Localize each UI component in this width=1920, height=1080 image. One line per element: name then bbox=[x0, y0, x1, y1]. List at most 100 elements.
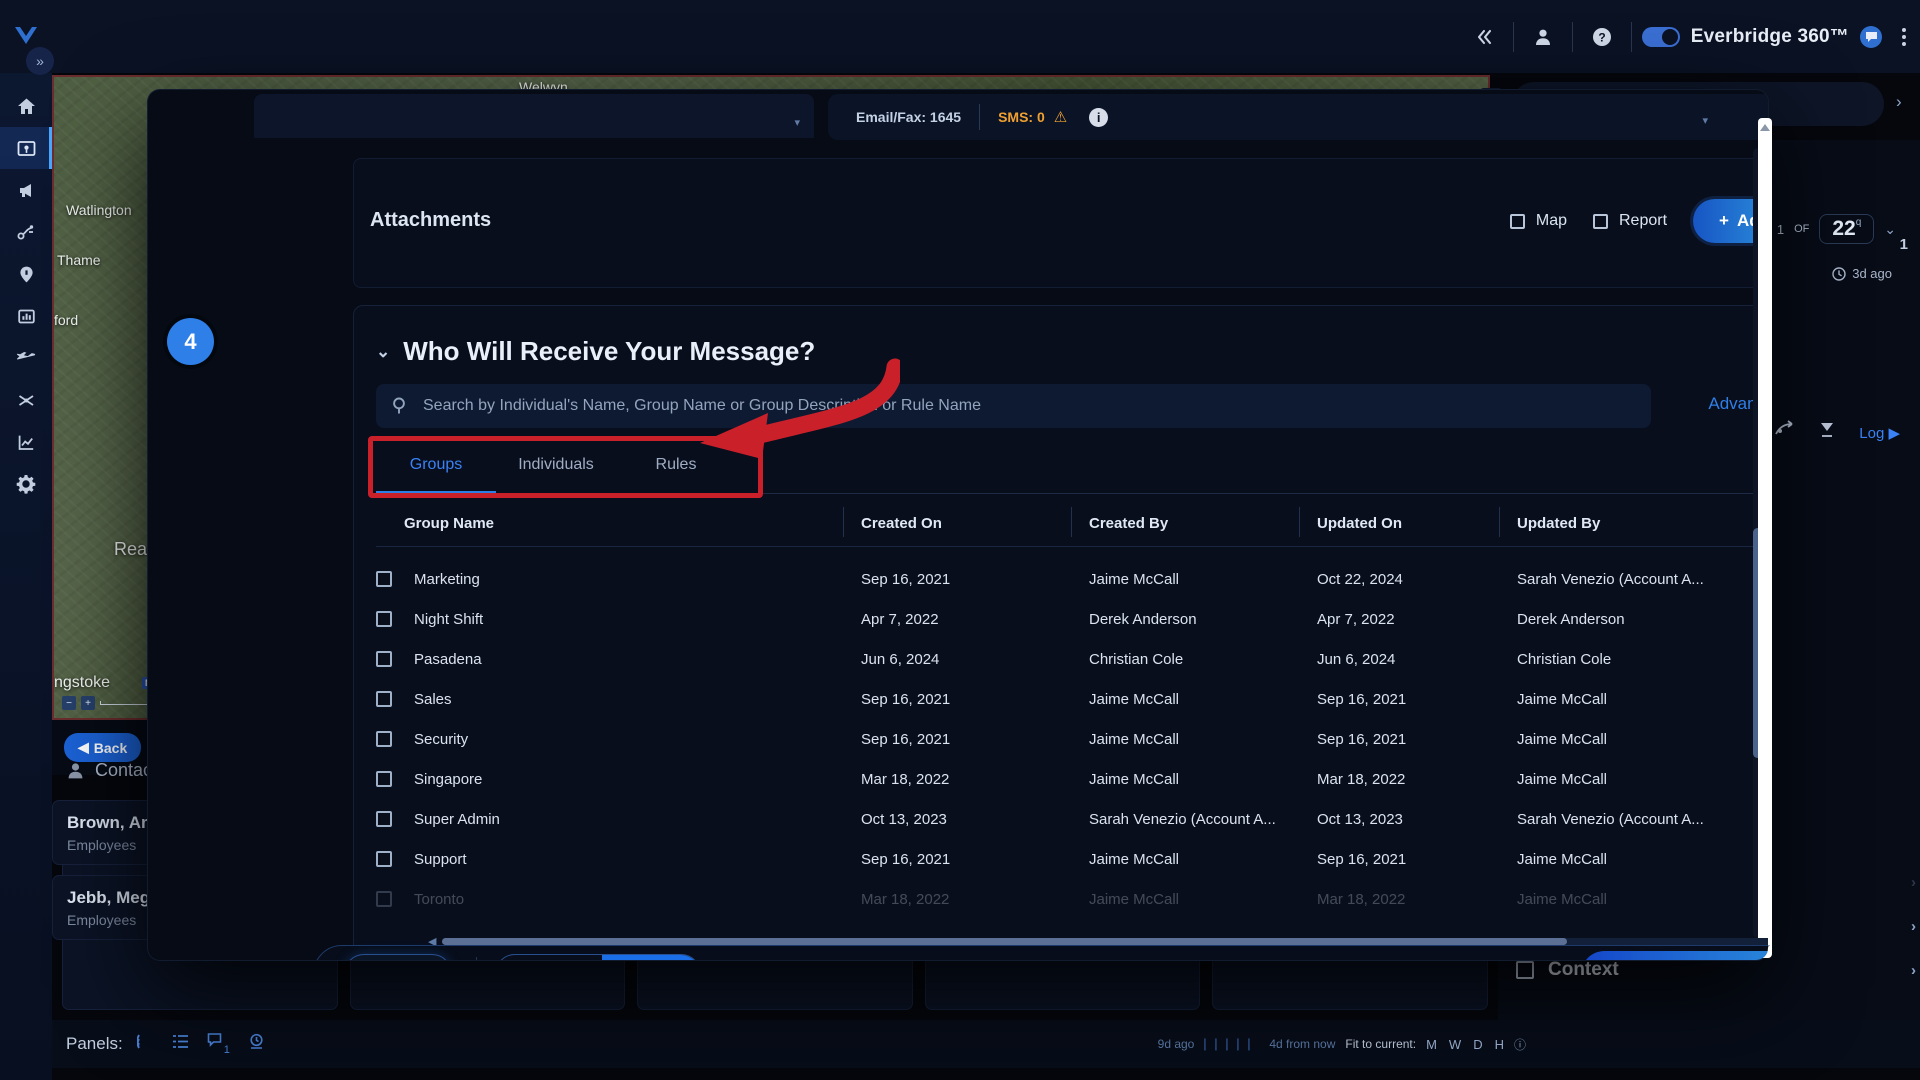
row-checkbox[interactable] bbox=[376, 691, 392, 707]
chevron-down-icon[interactable]: ▾ bbox=[794, 116, 800, 129]
download-icon[interactable] bbox=[1817, 420, 1837, 445]
map-checkbox[interactable] bbox=[1509, 213, 1525, 229]
search-expand-chevron-icon[interactable]: › bbox=[1896, 92, 1902, 112]
modal-top-strip: ▾ Email/Fax: 1645 SMS: 0 ⚠ i ▾ bbox=[148, 90, 1768, 152]
chevron-down-icon[interactable]: ⌄ bbox=[376, 342, 390, 362]
row-checkbox[interactable] bbox=[376, 611, 392, 627]
warning-triangle-icon: ⚠ bbox=[1053, 109, 1068, 126]
share-icon[interactable] bbox=[1773, 420, 1795, 445]
tab-groups[interactable]: Groups bbox=[376, 446, 496, 494]
search-icon bbox=[393, 397, 405, 414]
range-m[interactable]: M bbox=[1426, 1037, 1437, 1052]
table-row[interactable]: Security Sep 16, 2021 Jaime McCall Sep 1… bbox=[376, 719, 1768, 759]
timeline-help-icon[interactable]: ⓘ bbox=[1514, 1036, 1526, 1053]
sidebar-item-location[interactable] bbox=[0, 253, 52, 295]
table-row[interactable]: Toronto Mar 18, 2022 Jaime McCall Mar 18… bbox=[376, 879, 1768, 919]
live-mode-button[interactable]: ✓ Live bbox=[602, 955, 700, 960]
scroll-up-arrow-icon[interactable] bbox=[1760, 124, 1770, 131]
panel-icons: 1 bbox=[136, 1032, 265, 1056]
list-icon[interactable] bbox=[172, 1033, 189, 1055]
sidebar-item-map[interactable] bbox=[0, 127, 52, 169]
sidebar-item-reports[interactable] bbox=[0, 295, 52, 337]
range-d[interactable]: D bbox=[1473, 1037, 1482, 1052]
counter-chevron-down-icon[interactable]: ⌄ bbox=[1884, 221, 1896, 238]
feed-icon[interactable] bbox=[136, 1033, 154, 1055]
header-divider-2 bbox=[1571, 21, 1573, 52]
range-h[interactable]: H bbox=[1495, 1037, 1504, 1052]
table-row[interactable]: Singapore Mar 18, 2022 Jaime McCall Mar … bbox=[376, 759, 1768, 799]
sidebar-item-analytics[interactable] bbox=[0, 421, 52, 463]
zoom-out-button[interactable]: − bbox=[62, 696, 76, 710]
range-selector: M W D H bbox=[1426, 1037, 1504, 1052]
header-divider-3 bbox=[1630, 21, 1632, 52]
svg-text:?: ? bbox=[1598, 30, 1605, 44]
mode-segmented-control: Training ✓ Live bbox=[495, 954, 701, 960]
sidebar-item-home[interactable] bbox=[0, 85, 52, 127]
clock-icon bbox=[1832, 266, 1846, 281]
cell-updated-by: Jaime McCall bbox=[1517, 730, 1608, 748]
cell-updated-by: Jaime McCall bbox=[1517, 770, 1608, 788]
chevron-right-icon[interactable]: › bbox=[1911, 918, 1916, 935]
chevron-right-icon[interactable]: › bbox=[1911, 962, 1916, 979]
communication-modal: ▾ Email/Fax: 1645 SMS: 0 ⚠ i ▾ Attachmen… bbox=[148, 90, 1768, 960]
map-pin-icon bbox=[17, 140, 35, 156]
sidebar-item-settings[interactable] bbox=[0, 463, 52, 505]
tab-individuals[interactable]: Individuals bbox=[496, 446, 616, 493]
timeline-marker[interactable]: ⎸⎸⎸⎸⎸ bbox=[1204, 1037, 1260, 1052]
row-checkbox[interactable] bbox=[376, 731, 392, 747]
row-checkbox[interactable] bbox=[376, 651, 392, 667]
collapse-left-icon[interactable] bbox=[1461, 0, 1507, 73]
attachments-title: Attachments bbox=[370, 209, 492, 231]
table-row[interactable]: Night Shift Apr 7, 2022 Derek Anderson A… bbox=[376, 599, 1768, 639]
sidebar-item-crisis[interactable] bbox=[0, 379, 52, 421]
chevron-right-icon[interactable]: › bbox=[1911, 874, 1916, 891]
chat-icon[interactable] bbox=[1860, 25, 1882, 48]
back-button[interactable]: ◀ Back bbox=[64, 733, 142, 762]
table-row[interactable]: Marketing Sep 16, 2021 Jaime McCall Oct … bbox=[376, 559, 1768, 599]
table-row[interactable]: Support Sep 16, 2021 Jaime McCall Sep 16… bbox=[376, 839, 1768, 879]
user-icon[interactable] bbox=[1520, 0, 1566, 73]
table-row[interactable]: Pasadena Jun 6, 2024 Christian Cole Jun … bbox=[376, 639, 1768, 679]
range-w[interactable]: W bbox=[1449, 1037, 1461, 1052]
row-checkbox[interactable] bbox=[376, 891, 392, 907]
help-icon[interactable]: ? bbox=[1579, 0, 1625, 73]
counter-total-box[interactable]: 22 q bbox=[1819, 214, 1875, 244]
zoom-in-button[interactable]: + bbox=[81, 696, 95, 710]
table-row[interactable]: Sales Sep 16, 2021 Jaime McCall Sep 16, … bbox=[376, 679, 1768, 719]
comments-icon[interactable]: 1 bbox=[207, 1032, 230, 1056]
table-row[interactable]: Super Admin Oct 13, 2023 Sarah Venezio (… bbox=[376, 799, 1768, 839]
hscroll-thumb[interactable] bbox=[442, 937, 1567, 945]
modal-dropdown[interactable]: ▾ bbox=[254, 94, 814, 138]
context-checkbox[interactable] bbox=[1516, 961, 1534, 979]
hscroll-track[interactable] bbox=[442, 937, 1768, 945]
brand-toggle[interactable] bbox=[1641, 26, 1680, 47]
attachment-report-option[interactable]: Report bbox=[1592, 212, 1667, 230]
sidebar-item-notifications[interactable] bbox=[0, 169, 52, 211]
cell-updated-by: Sarah Venezio (Account A... bbox=[1517, 810, 1704, 828]
row-checkbox[interactable] bbox=[376, 771, 392, 787]
row-checkbox[interactable] bbox=[376, 571, 392, 587]
sidebar-item-travel[interactable] bbox=[0, 337, 52, 379]
who-section-title[interactable]: ⌄ Who Will Receive Your Message? bbox=[376, 336, 815, 367]
cancel-button[interactable]: Cancel bbox=[344, 954, 452, 960]
training-mode-button[interactable]: Training bbox=[496, 955, 602, 960]
tab-rules[interactable]: Rules bbox=[616, 446, 736, 493]
cell-updated-on: Mar 18, 2022 bbox=[1317, 890, 1406, 908]
rail-expand-toggle[interactable]: » bbox=[26, 47, 54, 75]
history-icon[interactable] bbox=[248, 1033, 265, 1055]
sidebar-item-workflow[interactable] bbox=[0, 211, 52, 253]
attachment-map-option[interactable]: Map bbox=[1509, 212, 1567, 230]
modal-collapse-caret-icon[interactable]: ▾ bbox=[1702, 114, 1708, 127]
column-group-name: Group Name bbox=[404, 515, 495, 532]
more-vertical-icon[interactable] bbox=[1902, 27, 1906, 46]
log-link[interactable]: Log ▶ bbox=[1859, 424, 1900, 442]
header-divider-1 bbox=[1512, 21, 1514, 52]
row-checkbox[interactable] bbox=[376, 811, 392, 827]
info-icon[interactable]: i bbox=[1089, 107, 1109, 127]
page-scrollbar[interactable] bbox=[1758, 118, 1772, 958]
report-checkbox[interactable] bbox=[1592, 213, 1608, 229]
row-checkbox[interactable] bbox=[376, 851, 392, 867]
launch-communication-button[interactable]: Launch Communication bbox=[1580, 950, 1768, 960]
recipient-search-input[interactable]: Search by Individual's Name, Group Name … bbox=[376, 384, 1651, 428]
footer-divider bbox=[476, 957, 477, 960]
